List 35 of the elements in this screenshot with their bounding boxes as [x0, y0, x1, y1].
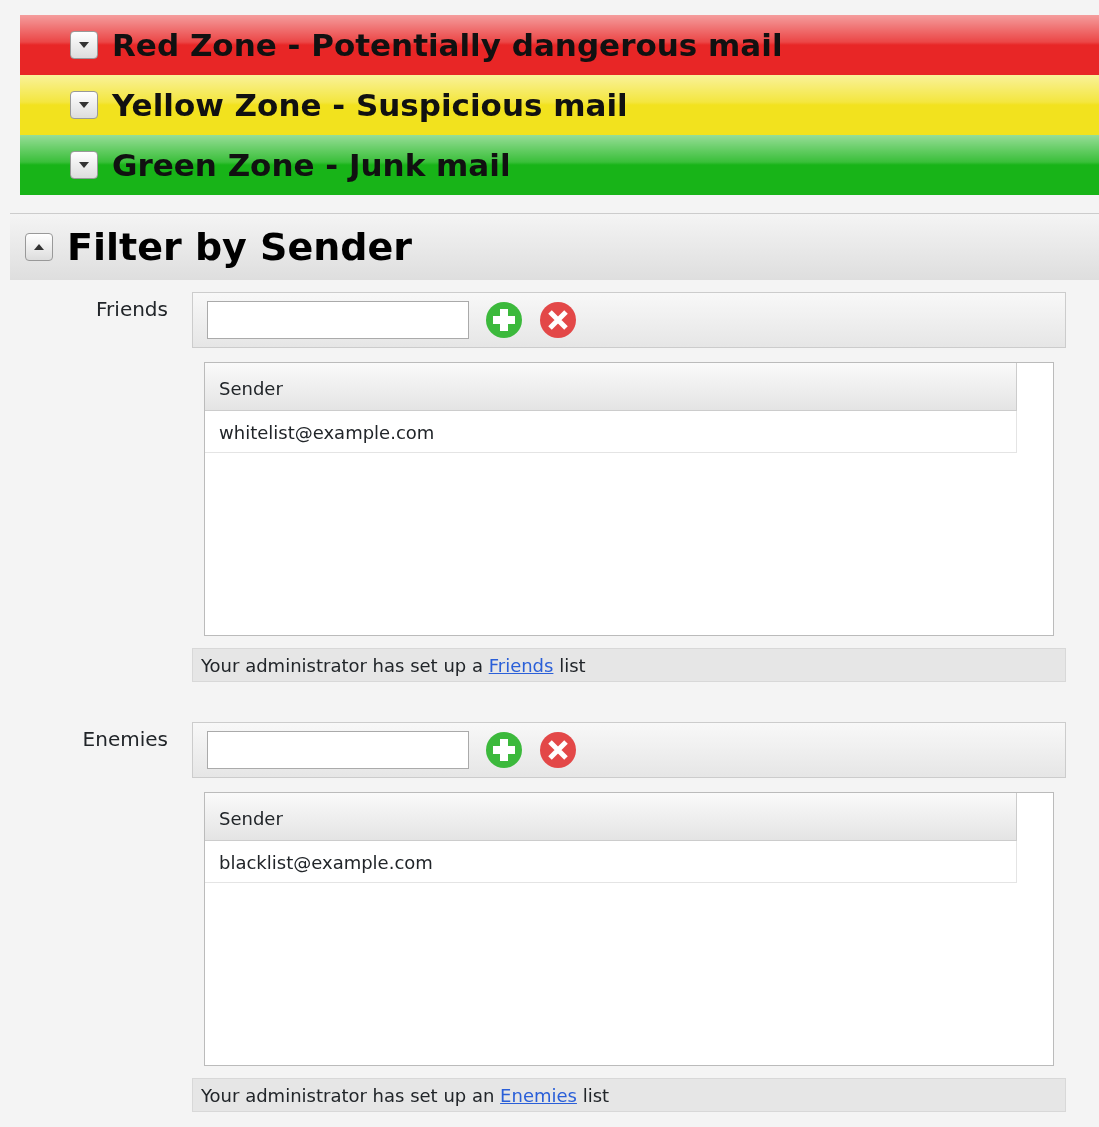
list-label: Enemies [81, 726, 169, 753]
add-button[interactable] [485, 301, 523, 339]
column-header[interactable]: Sender [205, 793, 1017, 841]
notice-text: Your administrator has set up a Friends list [201, 655, 586, 676]
list-label: Friends [95, 296, 169, 323]
toggle-button[interactable] [70, 31, 98, 59]
table-cell[interactable]: whitelist@example.com [205, 411, 1017, 453]
column-header[interactable]: Sender [205, 363, 1017, 411]
add-button[interactable] [485, 731, 523, 769]
toggle-button[interactable] [70, 151, 98, 179]
zone-title: Red Zone - Potentially dangerous mail [112, 25, 783, 65]
close-icon [539, 301, 577, 339]
plus-icon [485, 301, 523, 339]
input-field[interactable] [207, 301, 469, 339]
caret-down-icon [78, 41, 90, 49]
plus-icon [485, 731, 523, 769]
notice-link[interactable]: Friends [488, 655, 554, 676]
close-icon [539, 731, 577, 769]
caret-up-icon [33, 243, 45, 251]
zone-title: Green Zone - Junk mail [112, 145, 511, 185]
zone-bar[interactable]: Green Zone - Junk mail [20, 135, 1099, 195]
remove-button[interactable] [539, 301, 577, 339]
toggle-button[interactable] [25, 233, 53, 261]
zone-bar[interactable]: Red Zone - Potentially dangerous mail [20, 15, 1099, 75]
remove-button[interactable] [539, 731, 577, 769]
notice-text: Your administrator has set up an Enemies list [201, 1085, 610, 1106]
caret-down-icon [78, 161, 90, 169]
zone-title: Yellow Zone - Suspicious mail [112, 85, 628, 125]
input-field[interactable] [207, 731, 469, 769]
zone-bar[interactable]: Yellow Zone - Suspicious mail [20, 75, 1099, 135]
section-title: Filter by Sender [67, 223, 413, 271]
notice-link[interactable]: Enemies [500, 1085, 577, 1106]
table-cell[interactable]: blacklist@example.com [205, 841, 1017, 883]
toggle-button[interactable] [70, 91, 98, 119]
caret-down-icon [78, 101, 90, 109]
